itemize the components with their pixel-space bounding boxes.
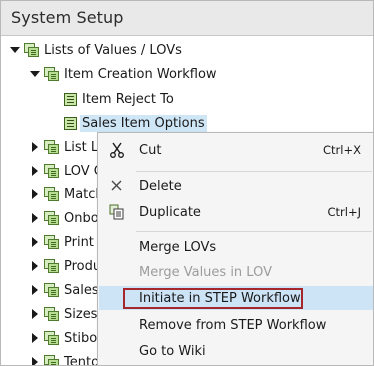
lov-folder-icon [44,283,60,297]
tree-node-root[interactable]: Lists of Values / LOVs [10,39,182,61]
tree-node-item-creation-workflow[interactable]: Item Creation Workflow [30,63,217,85]
tree-node[interactable]: LOV C [30,160,103,182]
collapse-arrow-icon[interactable] [30,333,40,343]
tree-node[interactable]: List L [30,136,98,158]
menu-item-label: Initiate in STEP Workflow [139,290,301,306]
lov-folder-icon [44,259,60,273]
lov-folder-icon [44,187,60,201]
collapse-arrow-icon[interactable] [30,309,40,319]
tree-node-item-reject-to[interactable]: Item Reject To [64,88,174,110]
tree-node-label: Onbo [64,210,99,226]
panel-header: System Setup [1,1,373,36]
menu-item-label: Go to Wiki [139,343,206,359]
lov-folder-icon [44,355,60,365]
tree-node-label: Item Reject To [82,91,174,107]
menu-item-duplicate[interactable]: Duplicate Ctrl+J [99,200,373,224]
menu-item-remove-from-step-workflow[interactable]: Remove from STEP Workflow [99,313,373,337]
collapse-arrow-icon[interactable] [30,189,40,199]
tree-node-label: Print [64,234,94,250]
tree-node[interactable]: Sales [30,279,99,301]
tree-node-label: Produ [64,258,102,274]
menu-item-delete[interactable]: Delete [99,174,373,198]
expand-arrow-icon[interactable] [10,45,20,55]
tree-node-label: Lists of Values / LOVs [44,42,182,58]
scissors-icon [109,142,125,158]
panel-title: System Setup [11,8,124,27]
collapse-arrow-icon[interactable] [30,357,40,365]
menu-item-label: Merge LOVs [139,239,217,255]
lov-folder-icon [44,67,60,81]
collapse-arrow-icon[interactable] [30,261,40,271]
menu-item-label: Delete [139,178,182,194]
tree-node-label: Tento [64,354,100,366]
lov-folder-icon [44,235,60,249]
lov-folder-icon [24,43,40,57]
context-menu: Cut Ctrl+X Delete Duplicate Ctrl+J Merge… [97,132,373,365]
collapse-arrow-icon[interactable] [30,142,40,152]
menu-item-merge-lovs[interactable]: Merge LOVs [99,235,373,259]
menu-item-cut[interactable]: Cut Ctrl+X [99,138,373,162]
tree-node-label: Item Creation Workflow [64,66,217,82]
expand-arrow-icon[interactable] [30,69,40,79]
duplicate-icon [109,204,125,220]
x-icon [109,178,125,194]
menu-item-shortcut: Ctrl+X [323,143,361,157]
tree-node[interactable]: Stibo [30,327,97,349]
tree-node-label-selected: Sales Item Options [80,114,207,132]
collapse-arrow-icon[interactable] [30,213,40,223]
system-setup-panel: System Setup Lists of Values / LOVs Item… [0,0,374,366]
tree-node[interactable]: Match [30,183,104,205]
collapse-arrow-icon[interactable] [30,237,40,247]
lov-folder-icon [44,307,60,321]
menu-item-go-to-wiki[interactable]: Go to Wiki [99,339,373,363]
menu-item-shortcut: Ctrl+J [327,205,362,219]
tree-node-label: List L [64,139,99,155]
lov-folder-icon [44,331,60,345]
tree-node-sales-item-options[interactable]: Sales Item Options [64,112,207,134]
lov-item-icon [64,116,77,130]
lov-folder-icon [44,140,60,154]
lov-folder-icon [44,211,60,225]
tree-node-label: Stibo [64,330,98,346]
collapse-arrow-icon[interactable] [30,285,40,295]
tree-node[interactable]: Print [30,231,94,253]
collapse-arrow-icon[interactable] [30,166,40,176]
menu-item-label: Merge Values in LOV [139,264,272,280]
menu-item-label: Duplicate [139,204,201,220]
menu-item-label: Remove from STEP Workflow [139,317,327,333]
menu-separator [136,171,372,172]
tree-node[interactable]: Sizes [30,303,97,325]
menu-item-label: Cut [139,142,162,158]
menu-item-initiate-in-step-workflow[interactable]: Initiate in STEP Workflow [99,286,373,310]
lov-folder-icon [44,164,60,178]
lov-item-icon [64,92,77,106]
tree-node[interactable]: Onbo [30,207,99,229]
tree-node[interactable]: Tento [30,351,100,366]
tree-node-label: Sizes [64,306,98,322]
tree-node[interactable]: Produ [30,255,101,277]
tree-node-label: Sales [64,282,99,298]
menu-separator [136,231,372,232]
menu-item-merge-values-in-lov: Merge Values in LOV [99,260,373,284]
